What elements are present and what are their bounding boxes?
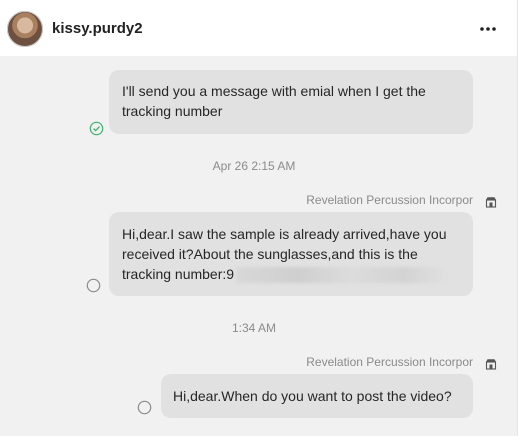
username[interactable]: kissy.purdy2 [52, 20, 143, 37]
message-line: Hi,dear.I saw the sample is already arri… [122, 226, 447, 242]
incoming-message[interactable]: Hi,dear.When do you want to post the vid… [161, 374, 473, 418]
outgoing-message[interactable]: I'll send you a message with emial when … [109, 70, 473, 134]
avatar[interactable] [7, 11, 43, 47]
store-icon [485, 197, 497, 208]
redacted-tracking-number [236, 267, 447, 284]
timestamp: 1:34 AM [231, 321, 277, 335]
chat-header: kissy.purdy2 [0, 0, 518, 56]
more-options-icon[interactable] [477, 18, 499, 40]
sender-name: Revelation Percussion Incorpor [306, 355, 473, 369]
message-line: tracking number:9 [122, 266, 235, 282]
message-line: received it?About the sunglasses,and thi… [122, 246, 418, 262]
unread-circle-icon [86, 278, 101, 293]
incoming-message[interactable]: Hi,dear.I saw the sample is already arri… [109, 212, 473, 296]
message-text: I'll send you a message with emial when … [122, 83, 426, 119]
unread-circle-icon [137, 400, 152, 415]
read-check-icon [89, 121, 104, 136]
sender-name: Revelation Percussion Incorpor [306, 193, 473, 207]
message-text: Hi,dear.When do you want to post the vid… [173, 388, 452, 404]
store-icon [485, 359, 497, 370]
timestamp: Apr 26 2:15 AM [212, 159, 296, 173]
composer-edge [0, 436, 524, 446]
